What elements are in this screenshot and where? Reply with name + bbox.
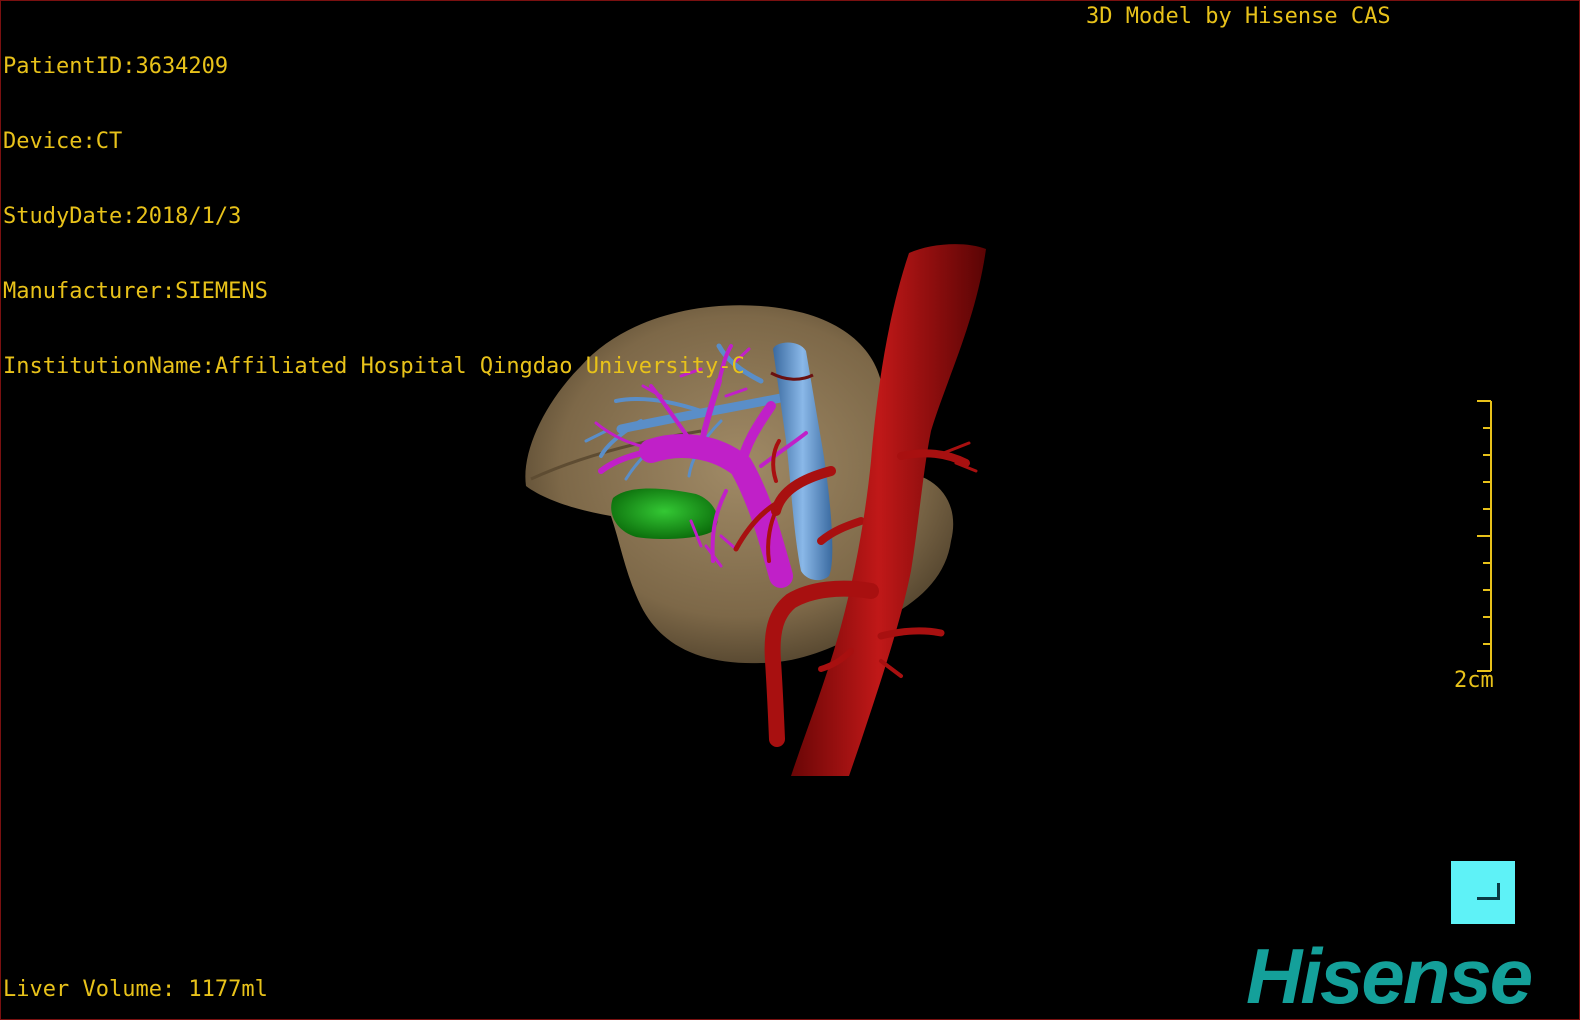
3d-viewport[interactable]: PatientID:3634209 Device:CT StudyDate:20… [0, 0, 1580, 1020]
hisense-logo: Hisense [1246, 932, 1533, 1020]
device-text: Device:CT [3, 129, 123, 154]
scale-bar-label: 2cm [1454, 668, 1494, 693]
dicom-info-overlay: PatientID:3634209 Device:CT StudyDate:20… [3, 4, 745, 429]
liver-volume-text: Liver Volume: 1177ml [3, 977, 268, 1002]
scale-bar [1477, 400, 1492, 672]
patient-id-text: PatientID:3634209 [3, 54, 229, 79]
model-credit-text: 3D Model by Hisense CAS [1086, 4, 1391, 29]
corner-bracket-icon [1477, 883, 1500, 900]
manufacturer-text: Manufacturer:SIEMENS [3, 279, 268, 304]
institution-text: InstitutionName:Affiliated Hospital Qing… [3, 354, 745, 379]
corner-toggle-button[interactable] [1451, 861, 1515, 924]
study-date-text: StudyDate:2018/1/3 [3, 204, 242, 229]
